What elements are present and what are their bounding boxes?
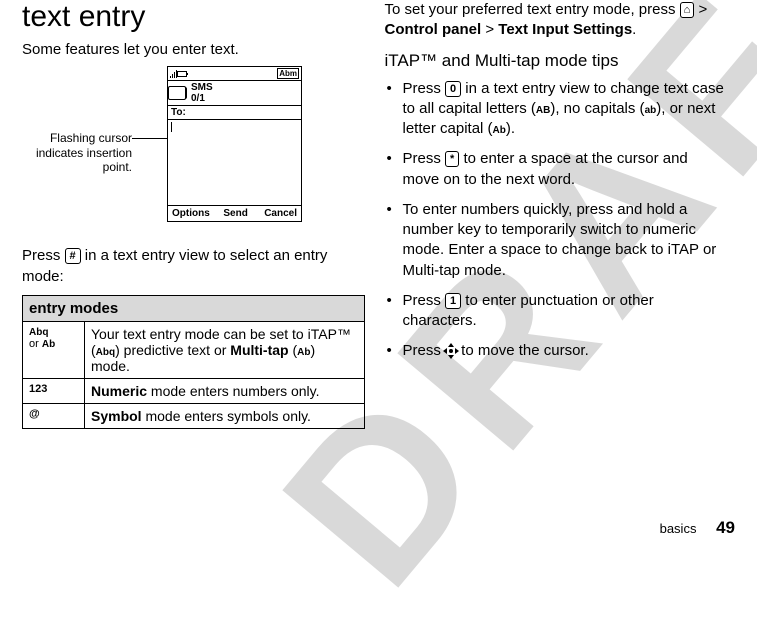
intro-text: Some features let you enter text. xyxy=(22,40,365,60)
battery-icon xyxy=(177,71,187,77)
preferred-mode-paragraph: To set your preferred text entry mode, p… xyxy=(385,0,728,41)
tip-item: Press * to enter a space at the cursor a… xyxy=(403,149,728,190)
mode-numeric-cell: 123 xyxy=(23,378,85,403)
star-key-icon: * xyxy=(445,151,459,167)
press-hash-paragraph: Press # in a text entry view to select a… xyxy=(22,246,365,287)
phone-sms-header: SMS 0/1 xyxy=(168,81,301,105)
table-row: @ Symbol mode enters symbols only. xyxy=(23,403,365,428)
phone-softkeys: Options Send Cancel xyxy=(168,205,301,221)
tips-list: Press 0 in a text entry view to change t… xyxy=(385,79,728,362)
page-number: 49 xyxy=(716,518,735,537)
phone-figure: Flashing cursor indicates insertion poin… xyxy=(22,66,365,236)
mode-numeric-desc: Numeric mode enters numbers only. xyxy=(85,378,365,403)
tip-item: Press 0 in a text entry view to change t… xyxy=(403,79,728,140)
sms-count: 0/1 xyxy=(191,93,205,104)
right-column: To set your preferred text entry mode, p… xyxy=(375,0,738,510)
table-row: Abq or Ab Your text entry mode can be se… xyxy=(23,321,365,378)
left-column: text entry Some features let you enter t… xyxy=(12,0,375,510)
message-icon xyxy=(171,87,187,99)
zero-key-icon: 0 xyxy=(445,81,461,97)
phone-mockup: Abm SMS 0/1 To: Options Send Cancel xyxy=(167,66,302,222)
table-header: entry modes xyxy=(23,295,365,321)
heading-text-entry: text entry xyxy=(22,0,365,34)
callout-text: Flashing cursor indicates insertion poin… xyxy=(22,131,132,174)
tip-item: Press to move the cursor. xyxy=(403,341,728,361)
phone-to-field: To: xyxy=(168,105,301,120)
entry-modes-table: entry modes Abq or Ab Your text entry mo… xyxy=(22,295,365,429)
sms-label: SMS xyxy=(191,82,213,93)
page-footer: basics 49 xyxy=(660,518,735,538)
nav-key-icon xyxy=(445,345,457,357)
mode-itap-desc: Your text entry mode can be set to iTAP™… xyxy=(85,321,365,378)
softkey-cancel: Cancel xyxy=(257,206,301,221)
text-mode-indicator: Abm xyxy=(277,68,299,79)
phone-status-bar: Abm xyxy=(168,67,301,81)
softkey-options: Options xyxy=(168,206,214,221)
tip-item: Press 1 to enter punctuation or other ch… xyxy=(403,291,728,332)
one-key-icon: 1 xyxy=(445,293,461,309)
tip-item: To enter numbers quickly, press and hold… xyxy=(403,200,728,281)
signal-icon xyxy=(170,70,177,78)
hash-key-icon: # xyxy=(65,248,81,264)
callout-leader-line xyxy=(132,138,170,139)
phone-text-body xyxy=(168,120,301,205)
text-cursor xyxy=(171,122,172,132)
mode-itap-cell: Abq or Ab xyxy=(23,321,85,378)
softkey-send: Send xyxy=(214,206,258,221)
tips-heading: iTAP™ and Multi-tap mode tips xyxy=(385,51,728,71)
mode-symbol-cell: @ xyxy=(23,403,85,428)
mode-symbol-desc: Symbol mode enters symbols only. xyxy=(85,403,365,428)
table-row: 123 Numeric mode enters numbers only. xyxy=(23,378,365,403)
section-label: basics xyxy=(660,521,697,536)
home-key-icon: ⌂ xyxy=(680,2,695,18)
